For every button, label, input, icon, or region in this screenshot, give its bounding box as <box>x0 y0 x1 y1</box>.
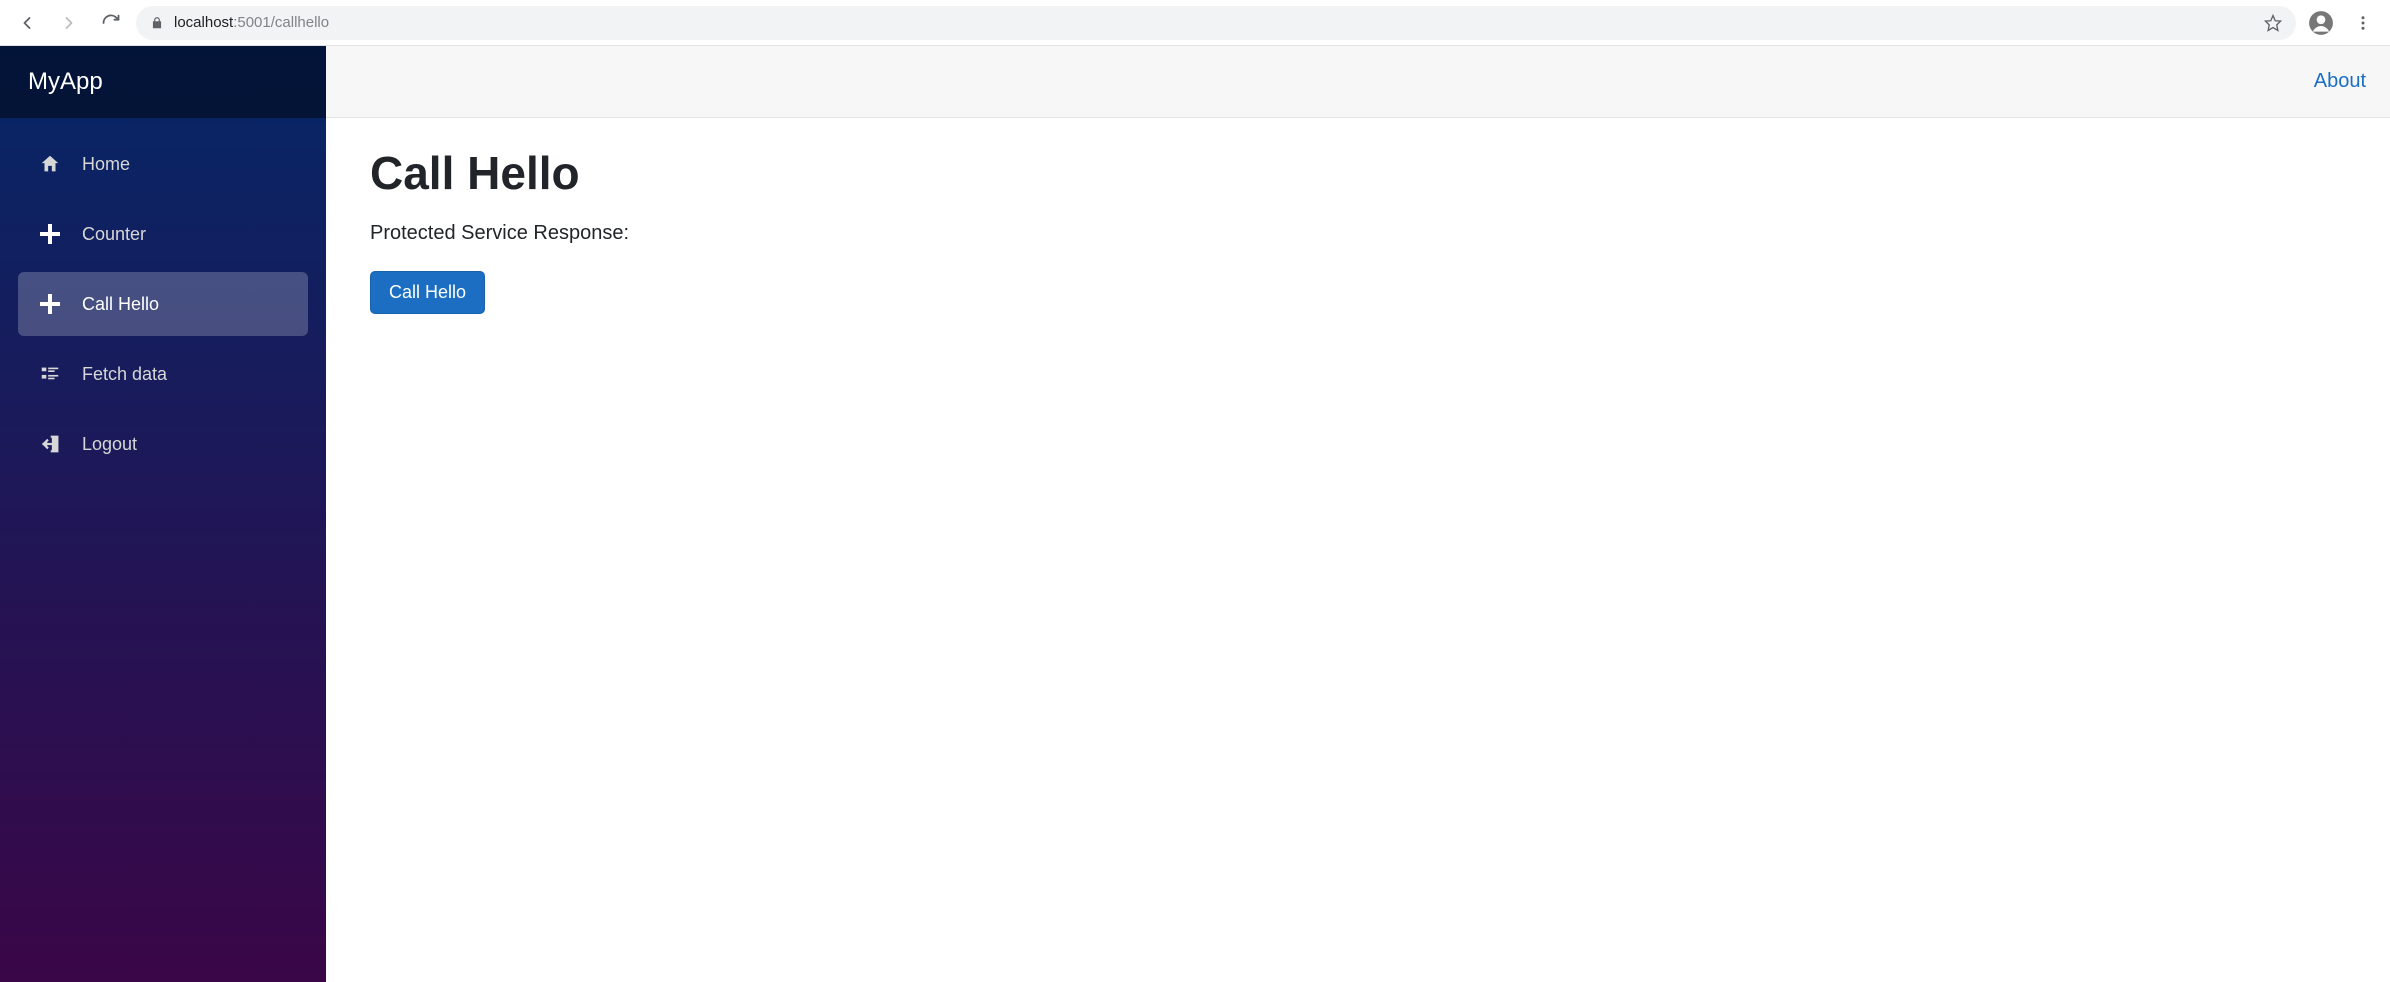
sidebar-item-label: Counter <box>82 224 146 245</box>
sidebar-item-label: Logout <box>82 434 137 455</box>
url-host: localhost:5001/callhello <box>174 14 329 31</box>
call-hello-button[interactable]: Call Hello <box>370 271 485 314</box>
page-title: Call Hello <box>370 146 2346 200</box>
sidebar-item-call-hello[interactable]: Call Hello <box>18 272 308 336</box>
browser-reload-button[interactable] <box>94 6 128 40</box>
bookmark-star-icon[interactable] <box>2264 14 2282 32</box>
app-container: MyApp Home Counter Call Hello <box>0 46 2390 982</box>
browser-profile-button[interactable] <box>2304 6 2338 40</box>
sidebar-item-label: Call Hello <box>82 294 159 315</box>
browser-menu-button[interactable] <box>2346 6 2380 40</box>
lock-icon <box>150 16 164 30</box>
browser-address-bar[interactable]: localhost:5001/callhello <box>136 6 2296 40</box>
about-link[interactable]: About <box>2314 70 2366 93</box>
sidebar-item-label: Home <box>82 154 130 175</box>
browser-back-button[interactable] <box>10 6 44 40</box>
sidebar-item-logout[interactable]: Logout <box>18 412 308 476</box>
sidebar-item-fetch-data[interactable]: Fetch data <box>18 342 308 406</box>
logout-icon <box>38 433 62 455</box>
sidebar-nav: Home Counter Call Hello Fetch data <box>0 118 326 490</box>
sidebar-item-counter[interactable]: Counter <box>18 202 308 266</box>
sidebar-item-label: Fetch data <box>82 364 167 385</box>
list-icon <box>38 363 62 385</box>
response-label: Protected Service Response: <box>370 222 2346 245</box>
plus-icon <box>38 221 62 247</box>
page-content: Call Hello Protected Service Response: C… <box>326 118 2390 342</box>
brand-title[interactable]: MyApp <box>0 46 326 118</box>
top-bar: About <box>326 46 2390 118</box>
browser-toolbar: localhost:5001/callhello <box>0 0 2390 46</box>
sidebar: MyApp Home Counter Call Hello <box>0 46 326 982</box>
main-area: About Call Hello Protected Service Respo… <box>326 46 2390 982</box>
home-icon <box>38 153 62 175</box>
browser-forward-button[interactable] <box>52 6 86 40</box>
sidebar-item-home[interactable]: Home <box>18 132 308 196</box>
plus-icon <box>38 291 62 317</box>
